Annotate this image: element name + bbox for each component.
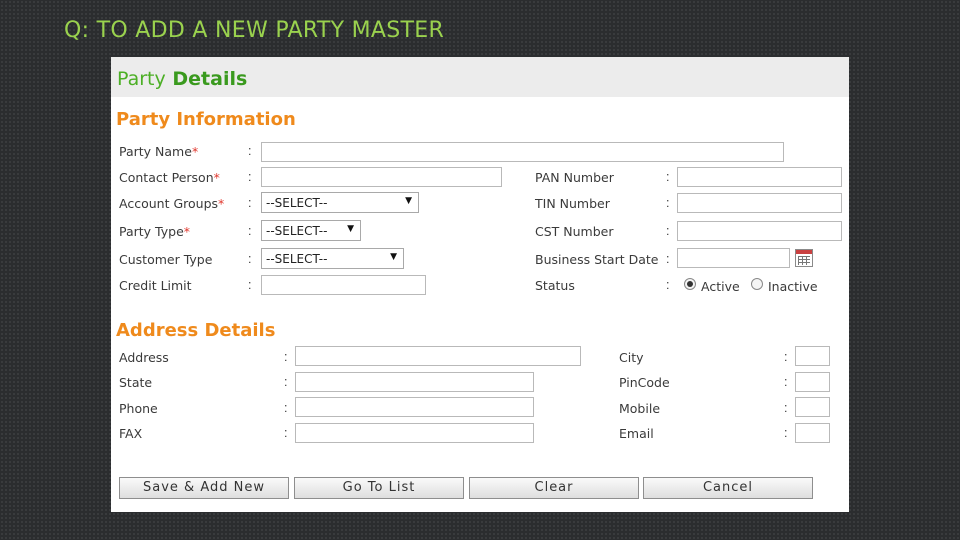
party-details-panel: Party Details Party Information Party Na… bbox=[111, 57, 849, 512]
party-name-input[interactable] bbox=[261, 142, 784, 162]
colon: : bbox=[248, 252, 252, 266]
save-add-new-button[interactable]: Save & Add New bbox=[119, 477, 289, 499]
colon: : bbox=[666, 170, 670, 184]
calendar-icon[interactable] bbox=[795, 249, 813, 267]
required-marker: * bbox=[218, 196, 225, 211]
fax-input[interactable] bbox=[295, 423, 534, 443]
colon: : bbox=[784, 350, 788, 364]
pincode-input[interactable] bbox=[795, 372, 830, 392]
account-groups-selected: --SELECT-- bbox=[266, 196, 328, 210]
status-label: Status bbox=[535, 278, 575, 293]
colon: : bbox=[784, 401, 788, 415]
account-groups-select[interactable]: --SELECT-- ▼ bbox=[261, 192, 419, 213]
party-information-title: Party Information bbox=[116, 109, 296, 130]
customer-type-selected: --SELECT-- bbox=[266, 252, 328, 266]
address-input[interactable] bbox=[295, 346, 581, 366]
party-type-label: Party Type* bbox=[119, 224, 191, 239]
colon: : bbox=[666, 196, 670, 210]
required-marker: * bbox=[213, 170, 220, 185]
clear-button[interactable]: Clear bbox=[469, 477, 639, 499]
colon: : bbox=[784, 426, 788, 440]
state-input[interactable] bbox=[295, 372, 534, 392]
credit-limit-input[interactable] bbox=[261, 275, 426, 295]
colon: : bbox=[248, 170, 252, 184]
colon: : bbox=[248, 224, 252, 238]
status-inactive-label[interactable]: Inactive bbox=[768, 279, 818, 294]
fax-label: FAX bbox=[119, 426, 143, 441]
dropdown-arrow-icon: ▼ bbox=[405, 196, 412, 206]
panel-header: Party Details bbox=[111, 57, 849, 97]
cst-number-input[interactable] bbox=[677, 221, 842, 241]
colon: : bbox=[666, 278, 670, 292]
party-name-label: Party Name* bbox=[119, 144, 199, 159]
cst-number-label: CST Number bbox=[535, 224, 614, 239]
panel-title-word1: Party bbox=[117, 68, 166, 90]
colon: : bbox=[284, 426, 288, 440]
address-details-title: Address Details bbox=[116, 320, 276, 341]
credit-limit-label: Credit Limit bbox=[119, 278, 192, 293]
status-active-label[interactable]: Active bbox=[701, 279, 740, 294]
city-label: City bbox=[619, 350, 644, 365]
contact-person-label: Contact Person* bbox=[119, 170, 220, 185]
colon: : bbox=[248, 278, 252, 292]
contact-person-input[interactable] bbox=[261, 167, 502, 187]
panel-title-word2: Details bbox=[172, 68, 248, 90]
slide-title: Q: TO ADD A NEW PARTY MASTER bbox=[64, 18, 445, 43]
state-label: State bbox=[119, 375, 153, 390]
party-type-selected: --SELECT-- bbox=[266, 224, 328, 238]
city-input[interactable] bbox=[795, 346, 830, 366]
status-inactive-radio[interactable] bbox=[751, 278, 763, 290]
party-type-select[interactable]: --SELECT-- ▼ bbox=[261, 220, 361, 241]
business-start-date-label: Business Start Date bbox=[535, 252, 659, 267]
dropdown-arrow-icon: ▼ bbox=[347, 224, 354, 234]
required-marker: * bbox=[191, 144, 199, 159]
tin-number-input[interactable] bbox=[677, 193, 842, 213]
panel-title: Party Details bbox=[117, 68, 247, 90]
colon: : bbox=[666, 252, 670, 266]
pincode-label: PinCode bbox=[619, 375, 670, 390]
colon: : bbox=[284, 401, 288, 415]
colon: : bbox=[284, 375, 288, 389]
address-label: Address bbox=[119, 350, 169, 365]
account-groups-label: Account Groups* bbox=[119, 196, 225, 211]
colon: : bbox=[666, 224, 670, 238]
phone-label: Phone bbox=[119, 401, 158, 416]
email-label: Email bbox=[619, 426, 654, 441]
dropdown-arrow-icon: ▼ bbox=[390, 252, 397, 262]
cancel-button[interactable]: Cancel bbox=[643, 477, 813, 499]
business-start-date-input[interactable] bbox=[677, 248, 790, 268]
phone-input[interactable] bbox=[295, 397, 534, 417]
required-marker: * bbox=[183, 224, 191, 239]
email-input[interactable] bbox=[795, 423, 830, 443]
pan-number-label: PAN Number bbox=[535, 170, 614, 185]
go-to-list-button[interactable]: Go To List bbox=[294, 477, 464, 499]
colon: : bbox=[784, 375, 788, 389]
colon: : bbox=[248, 144, 252, 158]
mobile-input[interactable] bbox=[795, 397, 830, 417]
colon: : bbox=[248, 196, 252, 210]
tin-number-label: TIN Number bbox=[535, 196, 610, 211]
pan-number-input[interactable] bbox=[677, 167, 842, 187]
customer-type-select[interactable]: --SELECT-- ▼ bbox=[261, 248, 404, 269]
customer-type-label: Customer Type bbox=[119, 252, 213, 267]
mobile-label: Mobile bbox=[619, 401, 661, 416]
status-active-radio[interactable] bbox=[684, 278, 696, 290]
colon: : bbox=[284, 350, 288, 364]
